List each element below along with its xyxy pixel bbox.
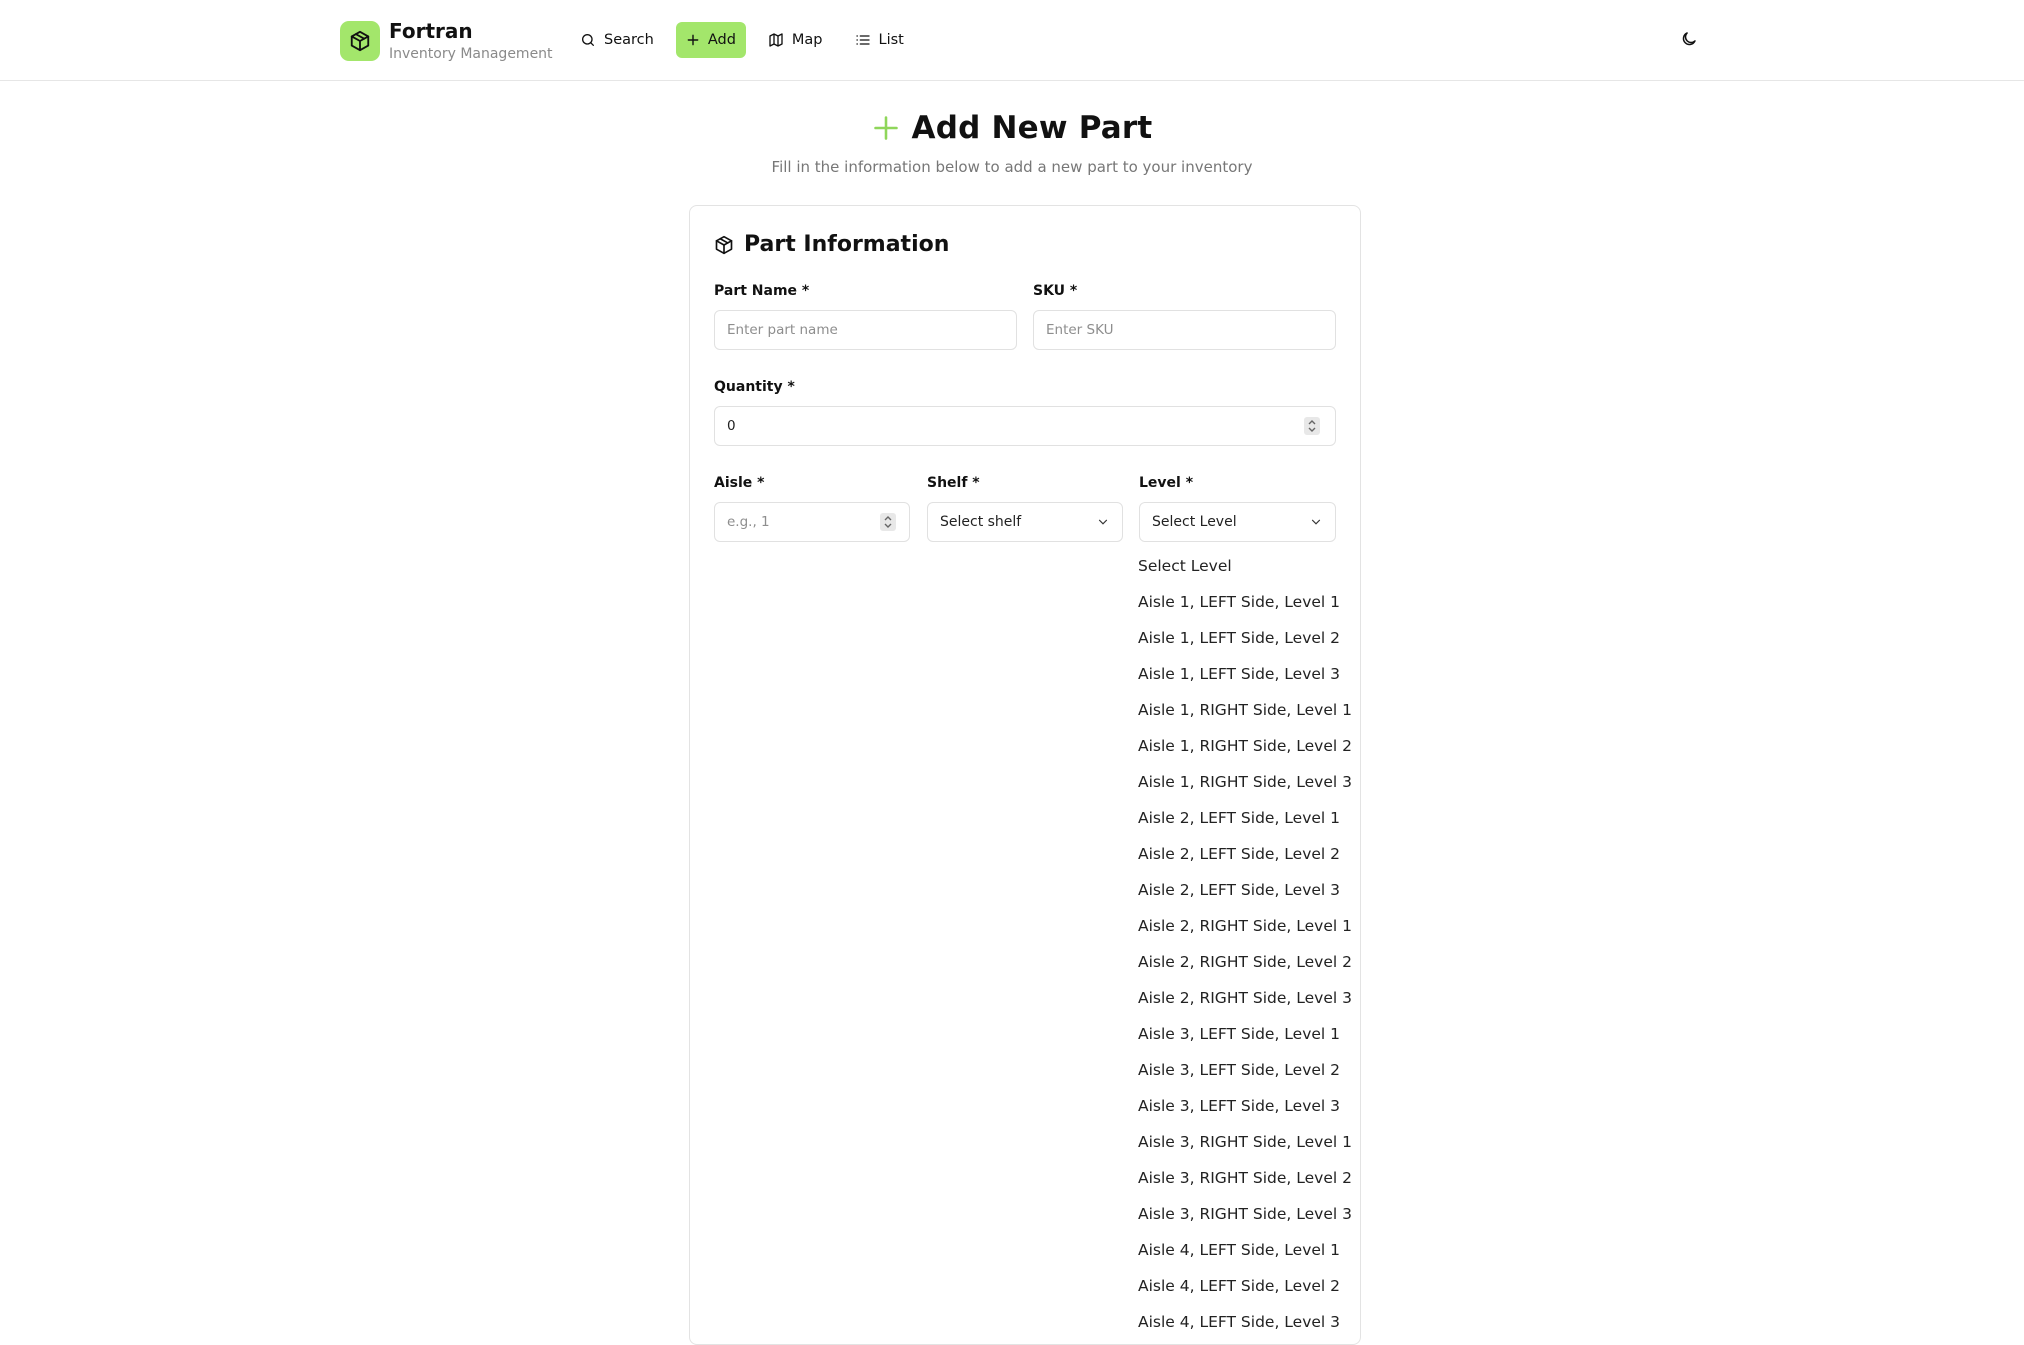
sku-input[interactable]	[1033, 310, 1336, 350]
chevron-down-icon	[1311, 519, 1321, 525]
moon-icon	[1682, 32, 1696, 46]
section-title-text: Part Information	[744, 232, 950, 257]
theme-toggle-button[interactable]	[1680, 30, 1698, 52]
level-option[interactable]: Aisle 4, LEFT Side, Level 2	[1138, 1268, 1368, 1304]
level-option[interactable]: Aisle 1, RIGHT Side, Level 2	[1138, 728, 1368, 764]
level-select-value: Select Level	[1152, 514, 1237, 530]
part-name-label: Part Name *	[714, 283, 810, 299]
level-option[interactable]: Aisle 2, LEFT Side, Level 1	[1138, 800, 1368, 836]
nav-list-label: List	[878, 32, 904, 48]
level-option[interactable]: Aisle 1, RIGHT Side, Level 1	[1138, 692, 1368, 728]
package-icon	[715, 235, 733, 254]
nav-search[interactable]: Search	[570, 22, 664, 58]
chevron-down-icon	[1098, 519, 1108, 525]
level-option[interactable]: Aisle 3, RIGHT Side, Level 1	[1138, 1124, 1368, 1160]
level-option[interactable]: Aisle 2, RIGHT Side, Level 1	[1138, 908, 1368, 944]
aisle-stepper[interactable]	[880, 513, 896, 531]
quantity-label: Quantity *	[714, 379, 795, 395]
package-icon	[340, 21, 380, 61]
quantity-input[interactable]	[714, 406, 1336, 446]
sku-label: SKU *	[1033, 283, 1078, 299]
level-option[interactable]: Aisle 1, RIGHT Side, Level 3	[1138, 764, 1368, 800]
app-header: Fortran Inventory Management Search Add …	[0, 0, 2024, 81]
main-nav: Search Add Map List	[570, 22, 926, 58]
level-option[interactable]: Aisle 3, LEFT Side, Level 2	[1138, 1052, 1368, 1088]
nav-add[interactable]: Add	[675, 22, 746, 58]
brand[interactable]: Fortran Inventory Management	[340, 19, 553, 63]
map-icon	[769, 33, 783, 47]
level-option[interactable]: Aisle 2, RIGHT Side, Level 2	[1138, 944, 1368, 980]
level-option[interactable]: Aisle 3, LEFT Side, Level 3	[1138, 1088, 1368, 1124]
nav-search-label: Search	[604, 32, 654, 48]
level-option[interactable]: Aisle 2, LEFT Side, Level 2	[1138, 836, 1368, 872]
search-icon	[582, 34, 594, 46]
level-option[interactable]: Aisle 1, LEFT Side, Level 2	[1138, 620, 1368, 656]
shelf-select[interactable]: Select shelf	[927, 502, 1123, 542]
plus-icon	[687, 34, 699, 46]
level-option[interactable]: Aisle 3, RIGHT Side, Level 2	[1138, 1160, 1368, 1196]
part-name-input[interactable]	[714, 310, 1017, 350]
plus-icon	[873, 116, 898, 140]
aisle-label: Aisle *	[714, 475, 765, 491]
section-title: Part Information	[714, 232, 949, 257]
level-options-list: Select Level Aisle 1, LEFT Side, Level 1…	[1138, 548, 1368, 1340]
nav-list[interactable]: List	[845, 22, 914, 58]
list-icon	[855, 35, 870, 45]
level-option[interactable]: Aisle 4, LEFT Side, Level 3	[1138, 1304, 1368, 1340]
level-option[interactable]: Select Level	[1138, 548, 1368, 584]
shelf-select-value: Select shelf	[940, 514, 1022, 530]
quantity-stepper[interactable]	[1304, 417, 1320, 435]
level-option[interactable]: Aisle 4, LEFT Side, Level 1	[1138, 1232, 1368, 1268]
nav-map[interactable]: Map	[758, 22, 833, 58]
brand-subtitle: Inventory Management	[389, 46, 553, 62]
page-title: Add New Part	[0, 110, 2024, 146]
brand-title: Fortran	[389, 19, 473, 43]
nav-map-label: Map	[791, 32, 823, 48]
level-option[interactable]: Aisle 1, LEFT Side, Level 1	[1138, 584, 1368, 620]
level-option[interactable]: Aisle 2, RIGHT Side, Level 3	[1138, 980, 1368, 1016]
page-title-text: Add New Part	[911, 110, 1153, 146]
shelf-label: Shelf *	[927, 475, 980, 491]
level-option[interactable]: Aisle 2, LEFT Side, Level 3	[1138, 872, 1368, 908]
nav-add-label: Add	[707, 32, 736, 48]
level-option[interactable]: Aisle 3, RIGHT Side, Level 3	[1138, 1196, 1368, 1232]
level-select[interactable]: Select Level	[1139, 502, 1336, 542]
level-option[interactable]: Aisle 3, LEFT Side, Level 1	[1138, 1016, 1368, 1052]
level-label: Level *	[1139, 475, 1194, 491]
level-option[interactable]: Aisle 1, LEFT Side, Level 3	[1138, 656, 1368, 692]
page-subtitle: Fill in the information below to add a n…	[771, 158, 1253, 176]
